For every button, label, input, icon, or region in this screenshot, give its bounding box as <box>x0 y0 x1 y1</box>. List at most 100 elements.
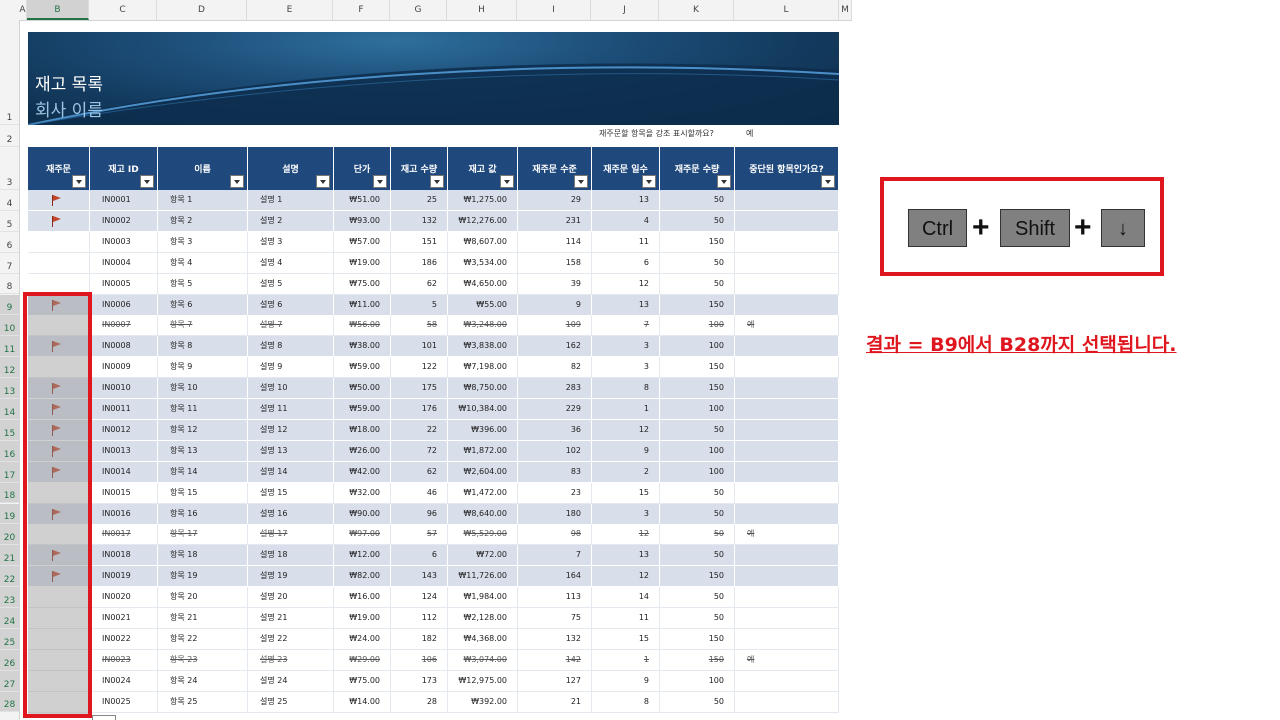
row-header-21[interactable]: 21 <box>0 545 19 567</box>
table-row[interactable]: IN0012 항목 12 설명 12 ₩18.00 22 ₩396.00 36 12 50 <box>28 419 839 441</box>
cell-days[interactable]: 6 <box>592 252 660 274</box>
cell-level[interactable]: 82 <box>518 357 592 379</box>
cell-qty[interactable]: 72 <box>391 440 448 462</box>
cell-desc[interactable]: 설명 21 <box>248 608 334 629</box>
table-row[interactable]: IN0023 항목 23 설명 23 ₩29.00 106 ₩3,074.00 142 1 15… <box>28 649 839 671</box>
cell-id[interactable]: IN0015 <box>90 482 158 504</box>
cell-level[interactable]: 29 <box>518 190 592 211</box>
cell-discontinued[interactable] <box>735 252 839 274</box>
cell-price[interactable]: ₩38.00 <box>334 336 391 358</box>
cell-price[interactable]: ₩93.00 <box>334 210 391 232</box>
cell-value[interactable]: ₩7,198.00 <box>448 357 518 379</box>
cell-qty[interactable]: 25 <box>391 190 448 211</box>
cell-days[interactable]: 15 <box>592 482 660 504</box>
cell-id[interactable]: IN0003 <box>90 231 158 253</box>
dropdown-arrow-icon[interactable] <box>717 175 731 188</box>
cell-qty[interactable]: 22 <box>391 419 448 441</box>
cell-value[interactable]: ₩1,872.00 <box>448 440 518 462</box>
cell-id[interactable]: IN0010 <box>90 378 158 400</box>
cell-qty[interactable]: 151 <box>391 231 448 253</box>
table-row[interactable]: IN0015 항목 15 설명 15 ₩32.00 46 ₩1,472.00 23 15 50 <box>28 482 839 504</box>
cell-desc[interactable]: 설명 11 <box>248 399 334 420</box>
column-header-k[interactable]: K <box>659 0 734 20</box>
cell-reorder-qty[interactable]: 50 <box>660 545 735 567</box>
row-header-25[interactable]: 25 <box>0 628 19 650</box>
cell-discontinued[interactable] <box>735 294 839 316</box>
cell-name[interactable]: 항목 23 <box>158 649 248 671</box>
cell-price[interactable]: ₩51.00 <box>334 190 391 211</box>
cell-name[interactable]: 항목 4 <box>158 252 248 274</box>
cell-price[interactable]: ₩82.00 <box>334 566 391 588</box>
row-header-19[interactable]: 19 <box>0 503 19 525</box>
cell-level[interactable]: 180 <box>518 503 592 525</box>
cell-days[interactable]: 3 <box>592 357 660 379</box>
cell-reorder-qty[interactable]: 50 <box>660 524 735 546</box>
cell-name[interactable]: 항목 22 <box>158 628 248 650</box>
cell-price[interactable]: ₩90.00 <box>334 503 391 525</box>
row-header-11[interactable]: 11 <box>0 336 19 358</box>
cell-qty[interactable]: 106 <box>391 649 448 671</box>
cell-name[interactable]: 항목 15 <box>158 482 248 504</box>
row-header-27[interactable]: 27 <box>0 670 19 692</box>
cell-value[interactable]: ₩392.00 <box>448 691 518 713</box>
table-row[interactable]: IN0013 항목 13 설명 13 ₩26.00 72 ₩1,872.00 102 9 100 <box>28 440 839 462</box>
dropdown-arrow-icon[interactable] <box>373 175 387 188</box>
reorder-cell[interactable] <box>28 252 90 274</box>
cell-reorder-qty[interactable]: 150 <box>660 566 735 588</box>
column-header-i[interactable]: I <box>517 0 591 20</box>
cell-price[interactable]: ₩50.00 <box>334 378 391 400</box>
column-header-g[interactable]: G <box>390 0 447 20</box>
cell-reorder-qty[interactable]: 100 <box>660 336 735 358</box>
cell-value[interactable]: ₩8,607.00 <box>448 231 518 253</box>
column-header-b[interactable]: B <box>27 0 89 20</box>
cell-desc[interactable]: 설명 14 <box>248 461 334 483</box>
table-row[interactable]: IN0006 항목 6 설명 6 ₩11.00 5 ₩55.00 9 13 150 <box>28 294 839 316</box>
cell-level[interactable]: 162 <box>518 336 592 358</box>
cell-price[interactable]: ₩29.00 <box>334 649 391 671</box>
cell-discontinued[interactable] <box>735 691 839 713</box>
cell-price[interactable]: ₩42.00 <box>334 461 391 483</box>
cell-id[interactable]: IN0021 <box>90 608 158 629</box>
cell-price[interactable]: ₩12.00 <box>334 545 391 567</box>
cell-desc[interactable]: 설명 4 <box>248 252 334 274</box>
reorder-cell[interactable] <box>28 231 90 253</box>
cell-name[interactable]: 항목 11 <box>158 399 248 420</box>
table-row[interactable]: IN0008 항목 8 설명 8 ₩38.00 101 ₩3,838.00 162 3 100 <box>28 336 839 358</box>
cell-reorder-qty[interactable]: 150 <box>660 294 735 316</box>
cell-value[interactable]: ₩396.00 <box>448 419 518 441</box>
cell-price[interactable]: ₩59.00 <box>334 357 391 379</box>
cell-qty[interactable]: 143 <box>391 566 448 588</box>
cell-level[interactable]: 158 <box>518 252 592 274</box>
cell-desc[interactable]: 설명 20 <box>248 587 334 609</box>
cell-qty[interactable]: 173 <box>391 670 448 692</box>
cell-days[interactable]: 12 <box>592 566 660 588</box>
cell-id[interactable]: IN0013 <box>90 440 158 462</box>
row-header-8[interactable]: 8 <box>0 274 19 295</box>
cell-days[interactable]: 2 <box>592 461 660 483</box>
cell-level[interactable]: 9 <box>518 294 592 316</box>
row-header-16[interactable]: 16 <box>0 440 19 462</box>
cell-desc[interactable]: 설명 19 <box>248 566 334 588</box>
cell-days[interactable]: 8 <box>592 691 660 713</box>
table-row[interactable]: IN0009 항목 9 설명 9 ₩59.00 122 ₩7,198.00 82 3 150 <box>28 357 839 379</box>
cell-discontinued[interactable] <box>735 357 839 379</box>
cell-value[interactable]: ₩2,128.00 <box>448 608 518 629</box>
cell-id[interactable]: IN0009 <box>90 357 158 379</box>
cell-value[interactable]: ₩1,275.00 <box>448 190 518 211</box>
cell-desc[interactable]: 설명 5 <box>248 273 334 295</box>
cell-level[interactable]: 109 <box>518 315 592 337</box>
cell-qty[interactable]: 62 <box>391 461 448 483</box>
cell-name[interactable]: 항목 19 <box>158 566 248 588</box>
dropdown-arrow-icon[interactable] <box>574 175 588 188</box>
cell-qty[interactable]: 28 <box>391 691 448 713</box>
cell-discontinued[interactable] <box>735 231 839 253</box>
row-header-2[interactable]: 2 <box>0 125 19 147</box>
cell-qty[interactable]: 57 <box>391 524 448 546</box>
cell-desc[interactable]: 설명 2 <box>248 210 334 232</box>
cell-name[interactable]: 항목 2 <box>158 210 248 232</box>
cell-days[interactable]: 3 <box>592 336 660 358</box>
cell-reorder-qty[interactable]: 150 <box>660 378 735 400</box>
cell-value[interactable]: ₩1,472.00 <box>448 482 518 504</box>
column-header-h[interactable]: H <box>447 0 517 20</box>
cell-name[interactable]: 항목 21 <box>158 608 248 629</box>
